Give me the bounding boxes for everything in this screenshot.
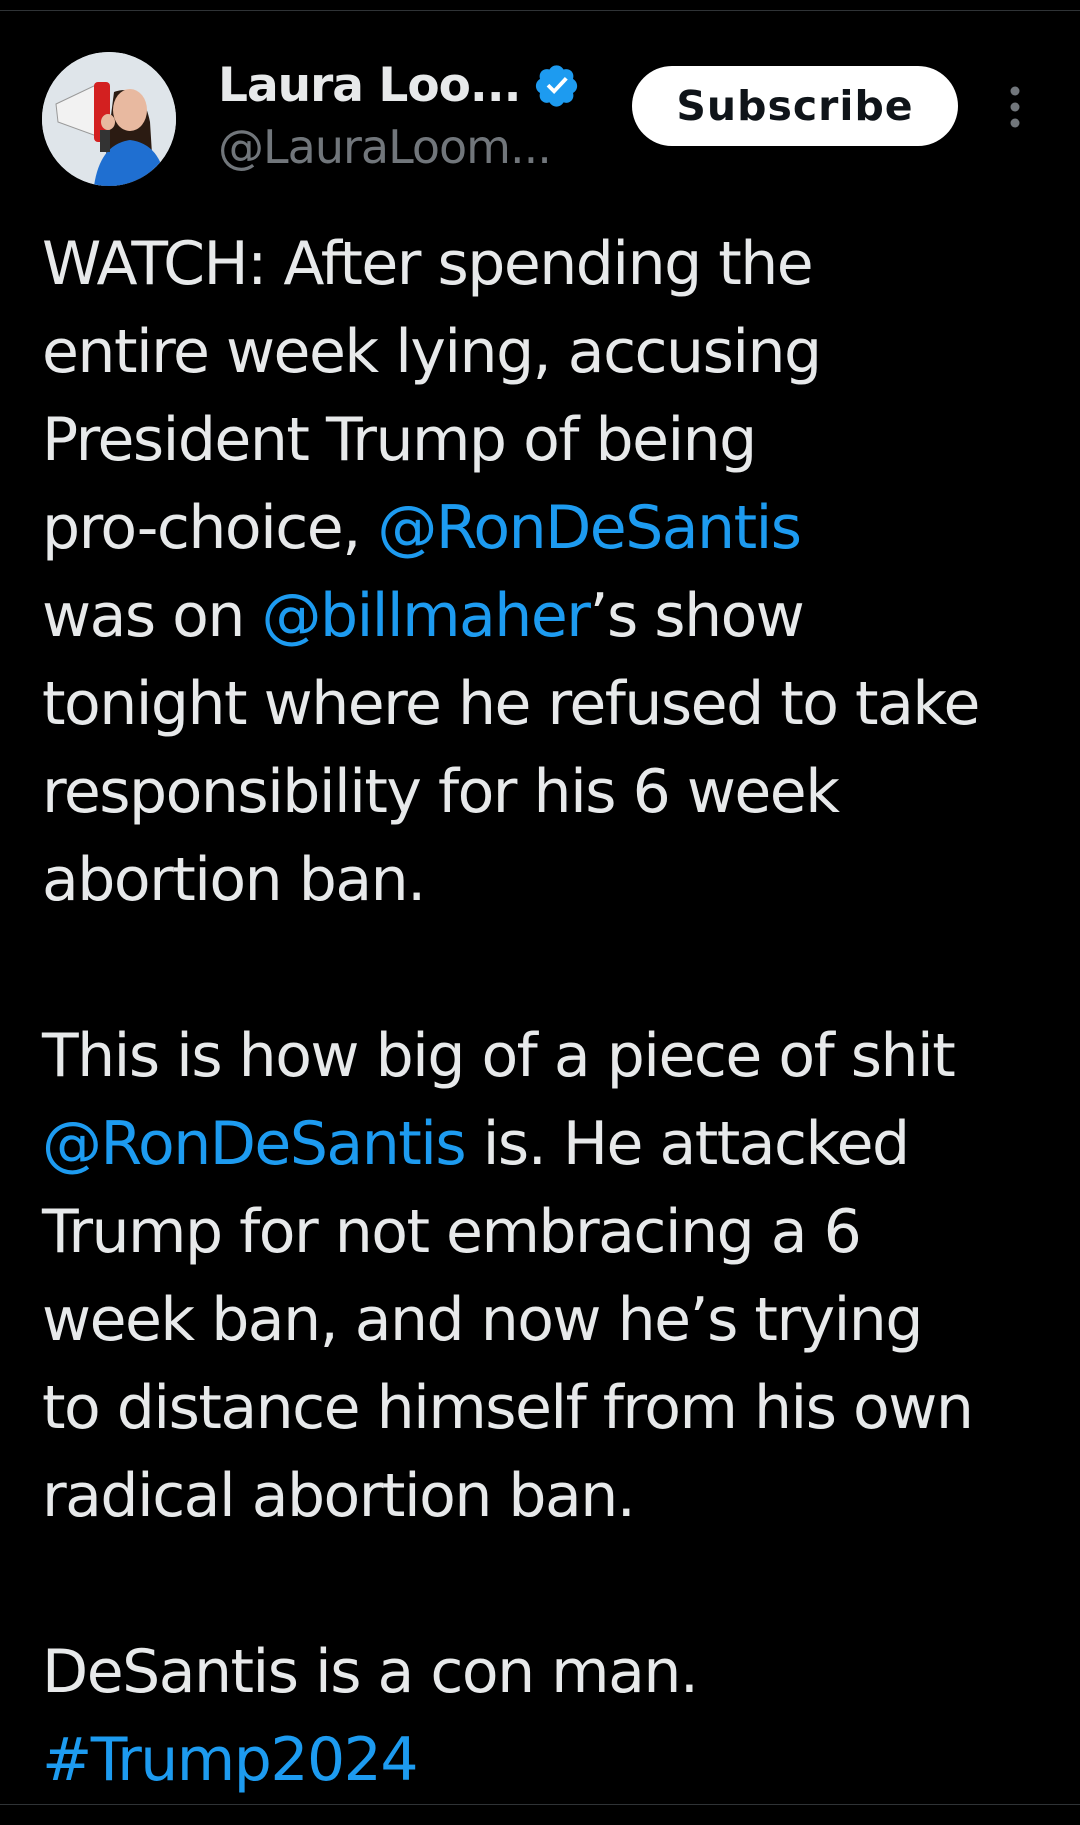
tweet-line: Trump for not embracing a 6 [42, 1197, 862, 1267]
tweet-line: responsibility for his 6 week [42, 757, 840, 827]
top-divider [0, 10, 1080, 11]
tweet-line: President Trump of being [42, 405, 757, 475]
tweet-line: WATCH: After spending the [42, 229, 814, 299]
tweet-line: is. He attacked [465, 1109, 910, 1179]
mention-billmaher[interactable]: @billmaher [261, 581, 590, 651]
tweet-line: abortion ban. [42, 845, 426, 915]
tweet-line: to distance himself from his own [42, 1373, 974, 1443]
tweet-line: This is how big of a piece of shit [42, 1021, 956, 1091]
tweet-paragraph-1: WATCH: After spending the entire week ly… [42, 220, 1052, 924]
tweet-line: week ban, and now he’s trying [42, 1285, 923, 1355]
tweet-line: entire week lying, accusing [42, 317, 822, 387]
display-name-row: Laura Loo... [218, 54, 638, 116]
tweet-text: WATCH: After spending the entire week ly… [42, 220, 1052, 1804]
author-handle[interactable]: @LauraLoom... [218, 120, 638, 174]
tweet-line: tonight where he refused to take [42, 669, 980, 739]
mention-rondesantis[interactable]: @RonDeSantis [42, 1109, 467, 1179]
more-vertical-icon[interactable] [1000, 82, 1030, 132]
verified-badge-icon [534, 62, 580, 108]
tweet-paragraph-3: DeSantis is a con man. #Trump2024 [42, 1628, 1052, 1804]
avatar[interactable] [42, 52, 176, 186]
tweet-line: ’s show [589, 581, 804, 651]
avatar-image [42, 52, 176, 186]
tweet-paragraph-2: This is how big of a piece of shit @RonD… [42, 1012, 1052, 1540]
hashtag-trump2024[interactable]: #Trump2024 [42, 1725, 419, 1795]
mention-rondesantis[interactable]: @RonDeSantis [377, 493, 802, 563]
tweet-line: DeSantis is a con man. [42, 1637, 699, 1707]
tweet-line: was on [42, 581, 262, 651]
bottom-divider [0, 1804, 1080, 1805]
tweet-line: pro-choice, [42, 493, 378, 563]
author-identity: Laura Loo... @LauraLoom... [218, 54, 638, 174]
display-name[interactable]: Laura Loo... [218, 58, 521, 113]
tweet-line: radical abortion ban. [42, 1461, 636, 1531]
tweet-header: Laura Loo... @LauraLoom... Subscribe [42, 52, 1042, 187]
subscribe-button[interactable]: Subscribe [632, 66, 958, 146]
